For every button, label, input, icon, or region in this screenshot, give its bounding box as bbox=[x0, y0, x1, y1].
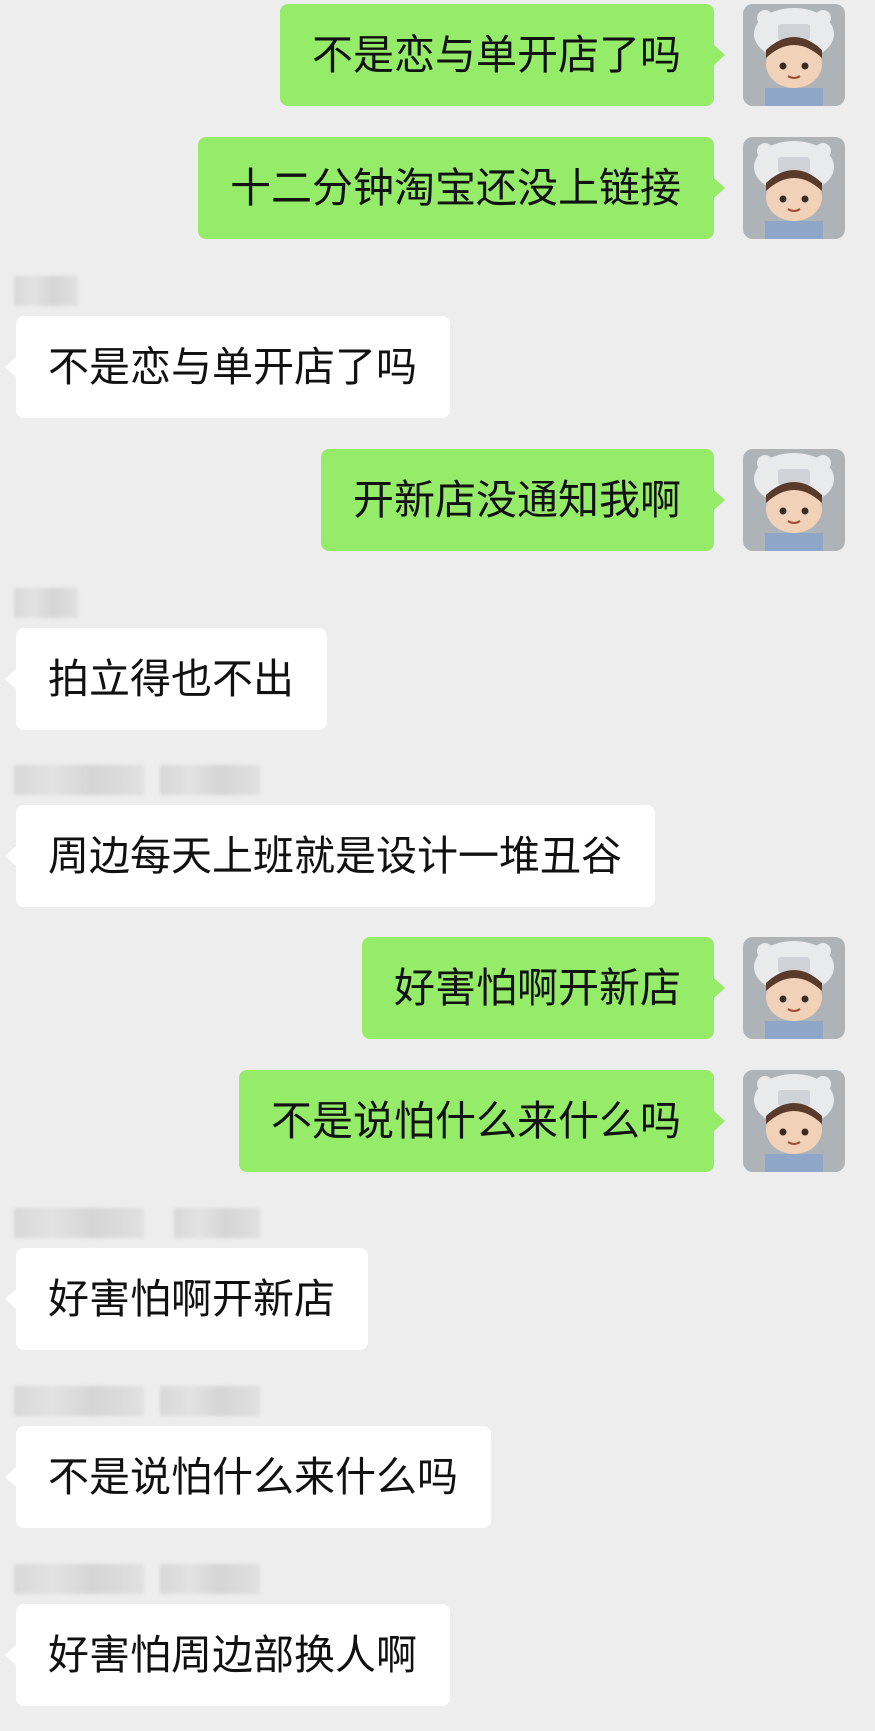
message-bubble[interactable]: 拍立得也不出 bbox=[5, 628, 327, 730]
user-avatar-icon[interactable] bbox=[743, 1070, 845, 1172]
message-bubble[interactable]: 好害怕啊开新店 bbox=[362, 937, 725, 1039]
message-bubble[interactable]: 开新店没通知我啊 bbox=[321, 449, 725, 551]
message-bubble[interactable]: 十二分钟淘宝还没上链接 bbox=[198, 137, 725, 239]
message-bubble[interactable]: 不是恋与单开店了吗 bbox=[280, 4, 725, 106]
user-avatar-icon[interactable] bbox=[743, 449, 845, 551]
user-avatar-icon[interactable] bbox=[743, 4, 845, 106]
message-bubble[interactable]: 不是恋与单开店了吗 bbox=[5, 316, 450, 418]
user-avatar-icon[interactable] bbox=[743, 137, 845, 239]
user-avatar-icon[interactable] bbox=[743, 937, 845, 1039]
message-bubble[interactable]: 周边每天上班就是设计一堆丑谷 bbox=[5, 805, 655, 907]
message-bubble[interactable]: 不是说怕什么来什么吗 bbox=[5, 1426, 491, 1528]
message-bubble[interactable]: 不是说怕什么来什么吗 bbox=[239, 1070, 725, 1172]
message-bubble[interactable]: 好害怕周边部换人啊 bbox=[5, 1604, 450, 1706]
message-bubble[interactable]: 好害怕啊开新店 bbox=[5, 1248, 368, 1350]
